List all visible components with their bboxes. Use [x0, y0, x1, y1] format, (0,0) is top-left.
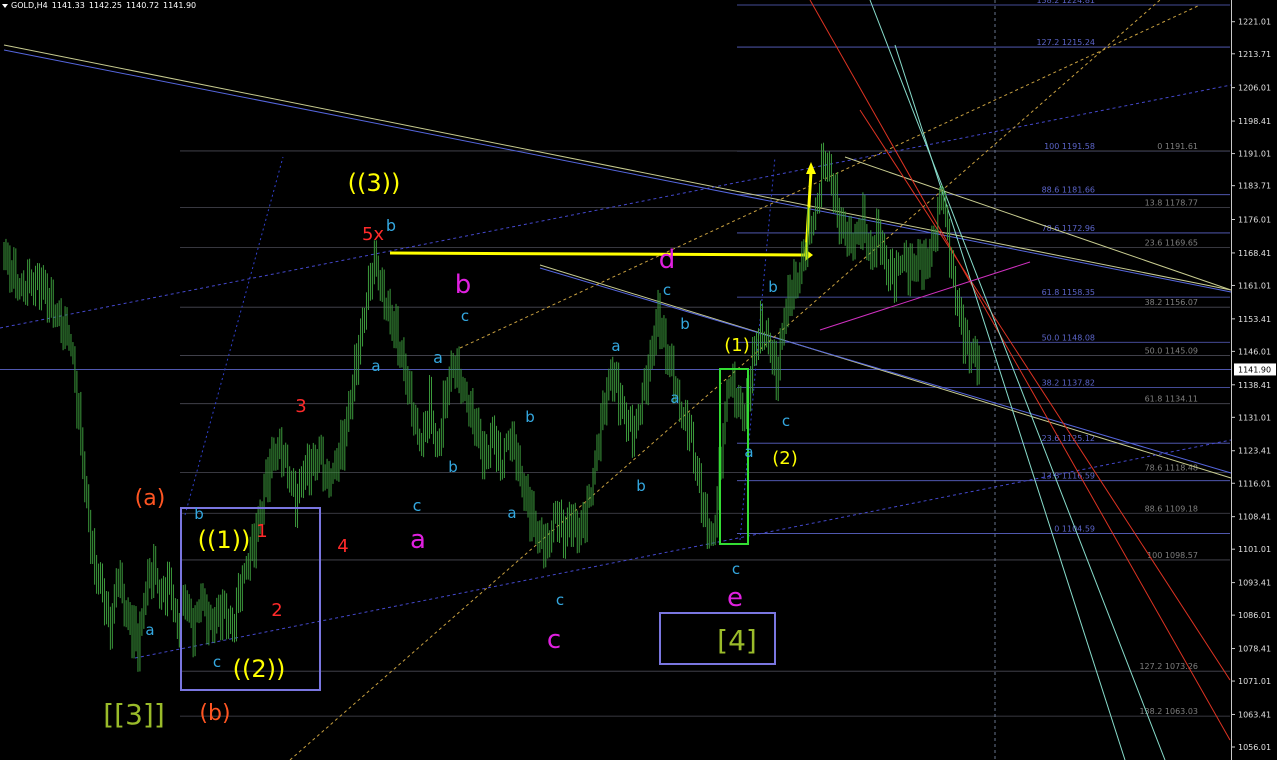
fib-level-label: 78.6 1172.96	[1042, 224, 1095, 233]
symbol-label: GOLD,H4	[11, 1, 48, 10]
close-value: 1141.90	[163, 1, 197, 10]
fib-level-label: 100 1098.57	[1147, 551, 1198, 560]
wave-label: a	[433, 348, 443, 367]
fib-level-label: 127.2 1073.26	[1139, 662, 1198, 671]
wave-label: b	[448, 458, 458, 476]
wave-label: a	[744, 443, 753, 461]
wave-label: c	[461, 307, 469, 325]
wave-label: 2	[271, 600, 282, 621]
wave-label: 1	[256, 521, 267, 542]
wave-label: b	[386, 216, 396, 235]
fib-level-label: 0 1191.61	[1157, 142, 1198, 151]
wave-label: [[3]]	[103, 698, 165, 731]
fib-level-label: 100 1191.58	[1044, 142, 1095, 151]
wave-label: (1)	[724, 335, 750, 356]
wave-label: b	[455, 270, 472, 300]
wave-label: [4]	[717, 624, 757, 657]
fib-level-label: 88.6 1181.66	[1042, 186, 1095, 195]
wave-label: a	[371, 357, 380, 375]
fib-level-label: 38.2 1137.82	[1042, 378, 1095, 387]
wave-label: (b)	[199, 701, 230, 726]
wave-label: c	[663, 281, 671, 299]
fib-level-label: 78.6 1118.48	[1145, 463, 1198, 472]
wave-label: d	[659, 245, 676, 275]
wave-label: c	[782, 412, 790, 430]
wave-label: a	[611, 337, 620, 355]
wave-label: (2)	[772, 448, 798, 469]
fib-level-label: 61.8 1134.11	[1145, 395, 1198, 404]
fib-level-label: 38.2 1156.07	[1145, 298, 1198, 307]
wave-label: a	[410, 525, 426, 555]
fib-level-label: 23.6 1125.12	[1042, 434, 1095, 443]
chart-menu-icon[interactable]	[2, 3, 8, 8]
high-value: 1142.25	[88, 1, 122, 10]
wave-label: b	[525, 408, 535, 426]
fib-level-label: 127.2 1215.24	[1036, 38, 1095, 47]
wave-label: ((1))	[198, 526, 251, 554]
wave-label: a	[145, 621, 154, 639]
fib-level-label: 50.0 1148.08	[1042, 333, 1095, 342]
wave-label: a	[507, 504, 516, 522]
wave-label: c	[547, 625, 561, 655]
fib-level-label: 88.6 1109.18	[1145, 504, 1198, 513]
wave-label: ((2))	[233, 655, 286, 683]
wave-label: b	[768, 278, 778, 296]
fib-level-label: 13.8 1178.77	[1145, 198, 1198, 207]
wave-label: 4	[337, 536, 348, 557]
fib-level-label: 138.2 1224.81	[1036, 0, 1095, 5]
fib-level-label: 50.0 1145.09	[1145, 346, 1198, 355]
wave-label: a	[670, 389, 679, 407]
wave-label: e	[727, 583, 743, 613]
chart-header: GOLD,H4 1141.33 1142.25 1140.72 1141.90	[2, 0, 200, 11]
wave-label: b	[194, 505, 204, 523]
open-value: 1141.33	[51, 1, 85, 10]
fib-level-label: 0 1104.59	[1054, 524, 1095, 533]
fib-level-label: 138.2 1063.03	[1139, 707, 1198, 716]
low-value: 1140.72	[125, 1, 160, 10]
wave-label: c	[413, 496, 422, 515]
price-chart[interactable]: 138.2 1224.81 127.2 1215.24 100 1191.58 88.…	[0, 0, 1277, 760]
wave-label: c	[213, 653, 221, 671]
wave-label: b	[680, 315, 690, 333]
wave-label: b	[636, 477, 646, 495]
wave-label: c	[556, 591, 564, 609]
fib-level-label: 23.6 1169.65	[1145, 238, 1198, 247]
yellow-horizontal-arrow	[389, 251, 806, 257]
wave-label: 5x	[362, 224, 384, 245]
wave-label: (a)	[135, 486, 166, 511]
wave-label: c	[732, 560, 740, 578]
wave-label: 3	[295, 396, 306, 417]
fib-level-label: 61.8 1158.35	[1042, 288, 1095, 297]
price-axis-strip[interactable]	[1231, 0, 1277, 760]
wave-label: ((3))	[348, 169, 401, 197]
